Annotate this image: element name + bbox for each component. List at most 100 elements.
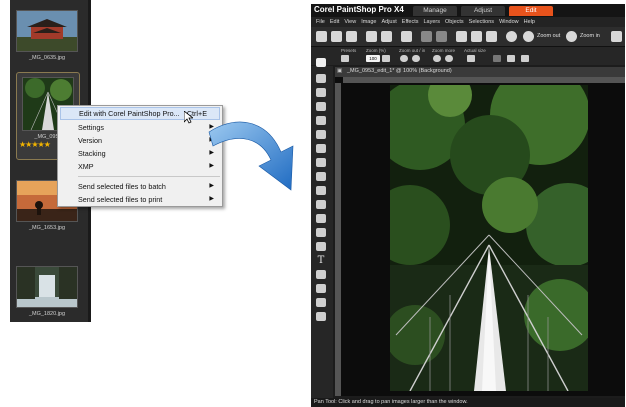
paint-brush-icon[interactable] — [316, 200, 326, 209]
document-title: _MG_0953_edit_1* @ 100% (Background) — [347, 68, 452, 74]
thumbnail-caption: _MG_1653.jpg — [28, 225, 66, 231]
curved-arrow-icon — [208, 121, 294, 191]
building-photo — [17, 11, 77, 51]
tab-manage[interactable]: Manage — [413, 6, 457, 16]
lighten-darken-icon[interactable] — [316, 228, 326, 237]
pick-tool-icon[interactable] — [316, 74, 326, 83]
actual-size-icon[interactable] — [467, 55, 475, 62]
menu-item-xmp[interactable]: XMP ▶ — [58, 160, 222, 173]
ruler-top — [343, 77, 625, 83]
paintshop-window: Corel PaintShop Pro X4 Manage Adjust Edi… — [311, 4, 625, 407]
eraser-tool-icon[interactable] — [316, 214, 326, 223]
menu-separator — [78, 176, 220, 177]
menu-window[interactable]: Window — [499, 19, 519, 25]
print-icon[interactable] — [401, 31, 412, 42]
status-bar: Pan Tool: Click and drag to pan images l… — [311, 398, 625, 407]
shape-tool-icon[interactable] — [316, 270, 326, 279]
save-icon[interactable] — [366, 31, 377, 42]
presets-dropdown[interactable] — [341, 55, 349, 62]
waterfall-photo — [17, 267, 77, 307]
text-tool-icon[interactable]: T — [316, 256, 326, 266]
ruler-left — [335, 83, 341, 396]
web-icon[interactable] — [506, 31, 517, 42]
zoom-outin-label: Zoom out / in — [399, 48, 426, 53]
zoom-out-label[interactable]: Zoom out — [537, 33, 560, 39]
zoom-out-icon[interactable] — [523, 31, 534, 42]
zoom-out-small-icon[interactable] — [400, 55, 408, 62]
zoom-fit-icon[interactable] — [445, 55, 453, 62]
bridge-image[interactable] — [390, 85, 588, 391]
menu-file[interactable]: File — [316, 19, 325, 25]
status-text: Pan Tool: Click and drag to pan images l… — [314, 399, 468, 405]
more-icon[interactable] — [611, 31, 622, 42]
thumbnail-caption: _MG_0635.jpg — [28, 55, 66, 61]
pan-move-icon[interactable] — [493, 55, 501, 62]
menu-item-edit-with-paintshop[interactable]: Edit with Corel PaintShop Pro... Ctrl+E — [60, 107, 220, 120]
menu-adjust[interactable]: Adjust — [381, 19, 396, 25]
thumbnail[interactable]: _MG_0635.jpg — [16, 10, 78, 61]
menu-selections[interactable]: Selections — [469, 19, 494, 25]
crop-icon[interactable] — [456, 31, 467, 42]
rotate-left-icon[interactable] — [471, 31, 482, 42]
tool-options-bar: Presets Zoom (%) 100 Zoom out / in Zoom … — [311, 47, 625, 65]
zoom-more-label: Zoom more — [432, 48, 456, 53]
document-icon: ▣ — [337, 68, 343, 74]
menu-item-settings[interactable]: Settings ▶ — [58, 121, 222, 134]
document-tab[interactable]: ▣ _MG_0953_edit_1* @ 100% (Background) — [335, 67, 625, 77]
navigator-icon[interactable] — [507, 55, 515, 62]
pen-tool-icon[interactable] — [316, 284, 326, 293]
zoom-step-icon[interactable] — [382, 55, 390, 62]
warp-brush-icon[interactable] — [316, 298, 326, 307]
zoom-in-icon[interactable] — [566, 31, 577, 42]
menu-item-label: Send selected files to print — [78, 195, 163, 204]
pan-tool-icon[interactable] — [316, 58, 326, 67]
menu-objects[interactable]: Objects — [445, 19, 464, 25]
new-icon[interactable] — [316, 31, 327, 42]
zoom-in-small-icon[interactable] — [412, 55, 420, 62]
zoom-input[interactable]: 100 — [366, 55, 380, 62]
title-bar: Corel PaintShop Pro X4 Manage Adjust Edi… — [311, 4, 625, 17]
rotate-right-icon[interactable] — [486, 31, 497, 42]
zoom-more-icon[interactable] — [433, 55, 441, 62]
red-eye-tool-icon[interactable] — [316, 144, 326, 153]
scratch-remover-icon[interactable] — [316, 186, 326, 195]
crop-tool-icon[interactable] — [316, 116, 326, 125]
fill-tool-icon[interactable] — [316, 242, 326, 251]
app-title: Corel PaintShop Pro X4 — [314, 5, 404, 14]
settings-icon[interactable] — [521, 55, 529, 62]
dropper-tool-icon[interactable] — [316, 102, 326, 111]
menu-item-send-to-batch[interactable]: Send selected files to batch ▶ — [58, 180, 222, 193]
menu-view[interactable]: View — [344, 19, 356, 25]
open-icon[interactable] — [331, 31, 342, 42]
actual-size-label: Actual size — [464, 48, 486, 53]
menu-item-send-to-print[interactable]: Send selected files to print ▶ — [58, 193, 222, 206]
tab-adjust[interactable]: Adjust — [461, 6, 505, 16]
mouse-cursor-icon — [184, 111, 193, 124]
context-menu: Edit with Corel PaintShop Pro... Ctrl+E … — [57, 105, 223, 207]
thumbnail[interactable]: _MG_1820.jpg — [16, 266, 78, 317]
menu-effects[interactable]: Effects — [402, 19, 419, 25]
menu-edit[interactable]: Edit — [330, 19, 339, 25]
thumbnail-image-waterfall — [16, 266, 78, 308]
redo-icon[interactable] — [436, 31, 447, 42]
tab-edit[interactable]: Edit — [509, 6, 553, 16]
menu-item-label: XMP — [78, 162, 94, 171]
thumbnail-image-building — [16, 10, 78, 52]
makeover-tool-icon[interactable] — [316, 158, 326, 167]
menu-bar: File Edit View Image Adjust Effects Layers Obje… — [311, 17, 625, 27]
clone-tool-icon[interactable] — [316, 172, 326, 181]
browse-icon[interactable] — [346, 31, 357, 42]
menu-help[interactable]: Help — [524, 19, 535, 25]
menu-image[interactable]: Image — [361, 19, 376, 25]
menu-item-label: Settings — [78, 123, 104, 132]
zoom-label: Zoom (%) — [366, 48, 386, 53]
picture-tube-icon[interactable] — [316, 312, 326, 321]
zoom-in-label[interactable]: Zoom in — [580, 33, 600, 39]
menu-item-version[interactable]: Version ▶ — [58, 134, 222, 147]
selection-tool-icon[interactable] — [316, 88, 326, 97]
menu-layers[interactable]: Layers — [424, 19, 441, 25]
save-as-icon[interactable] — [381, 31, 392, 42]
straighten-tool-icon[interactable] — [316, 130, 326, 139]
menu-item-stacking[interactable]: Stacking ▶ — [58, 147, 222, 160]
undo-icon[interactable] — [421, 31, 432, 42]
